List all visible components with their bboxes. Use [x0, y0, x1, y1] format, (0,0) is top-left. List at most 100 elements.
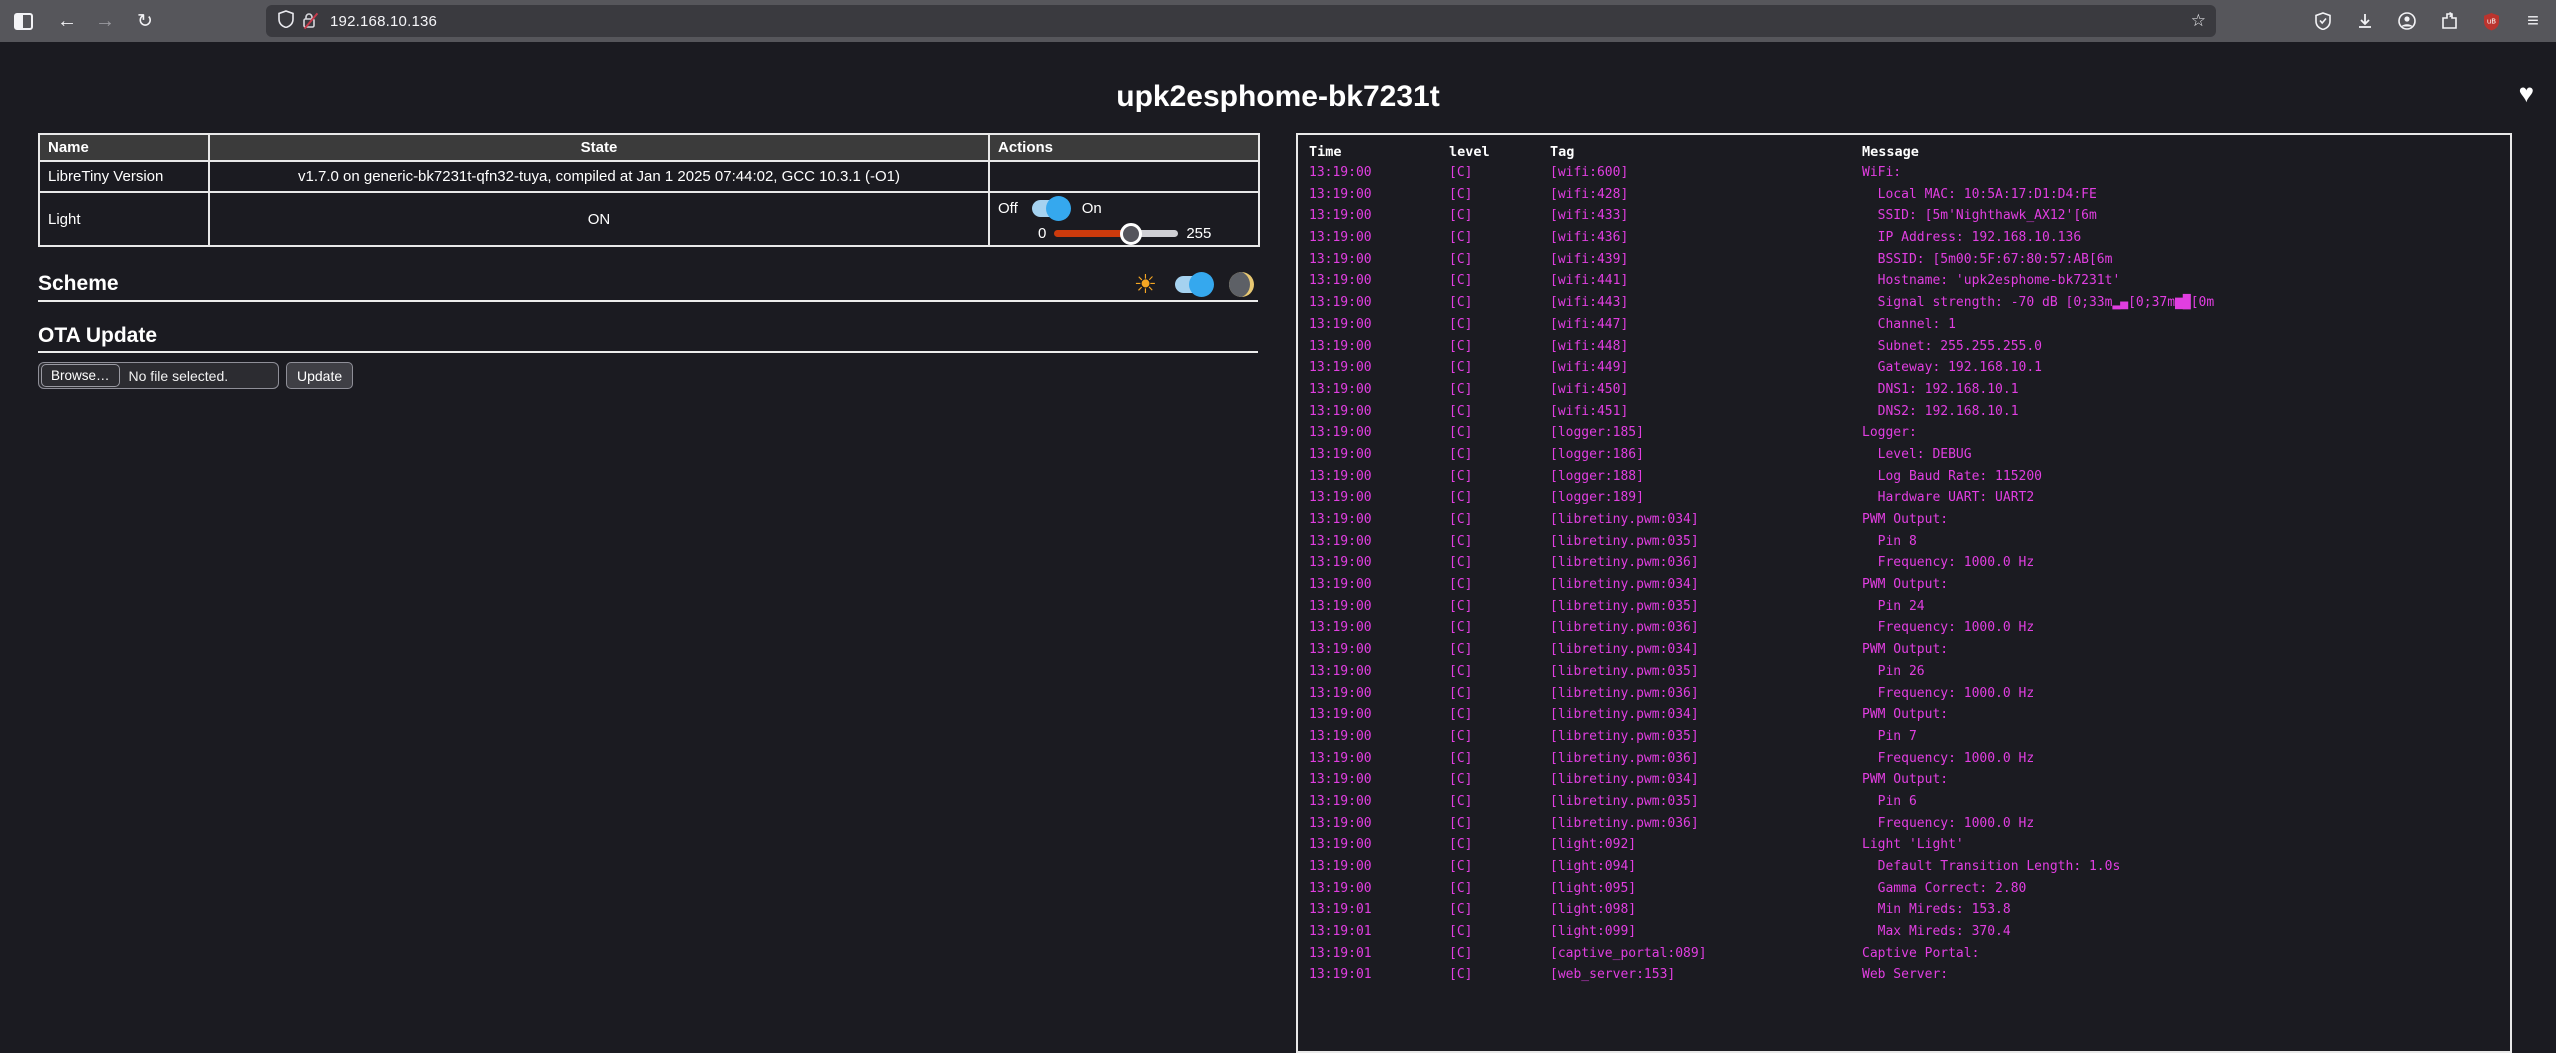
scheme-toggle[interactable] [1175, 276, 1211, 293]
log-row: 13:19:00 [C] [libretiny.pwm:035] Pin 24 [1298, 596, 2510, 618]
log-level: [C] [1449, 639, 1550, 661]
log-tag: [light:092] [1550, 834, 1862, 856]
bookmark-star-icon[interactable]: ☆ [2191, 11, 2206, 31]
log-message: Subnet: 255.255.255.0 [1862, 336, 2510, 358]
log-tag: [light:098] [1550, 899, 1862, 921]
log-row: 13:19:00 [C] [light:092] Light 'Light' [1298, 834, 2510, 856]
log-time: 13:19:01 [1309, 964, 1449, 986]
forward-icon[interactable]: → [90, 6, 120, 36]
log-message: Channel: 1 [1862, 314, 2510, 336]
log-message: Light 'Light' [1862, 834, 2510, 856]
log-message: PWM Output: [1862, 704, 2510, 726]
account-icon[interactable] [2392, 6, 2422, 36]
log-message: Captive Portal: [1862, 943, 2510, 965]
log-level: [C] [1449, 834, 1550, 856]
log-tag: [libretiny.pwm:035] [1550, 791, 1862, 813]
log-time: 13:19:00 [1309, 639, 1449, 661]
entity-table: Name State Actions LibreTiny Version v1.… [38, 133, 1260, 247]
shield-check-icon[interactable] [2308, 6, 2338, 36]
log-time: 13:19:00 [1309, 444, 1449, 466]
log-time: 13:19:00 [1309, 552, 1449, 574]
insecure-lock-icon[interactable] [302, 12, 320, 30]
log-row: 13:19:00 [C] [wifi:451] DNS2: 192.168.10… [1298, 401, 2510, 423]
log-time: 13:19:00 [1309, 726, 1449, 748]
log-tag: [libretiny.pwm:035] [1550, 726, 1862, 748]
log-level: [C] [1449, 596, 1550, 618]
log-message: Log Baud Rate: 115200 [1862, 466, 2510, 488]
log-tag: [libretiny.pwm:036] [1550, 748, 1862, 770]
on-label: On [1082, 200, 1102, 217]
log-tag: [logger:189] [1550, 487, 1862, 509]
url-bar[interactable]: 192.168.10.136 ☆ [266, 5, 2216, 37]
log-level: [C] [1449, 921, 1550, 943]
log-row: 13:19:01 [C] [captive_portal:089] Captiv… [1298, 943, 2510, 965]
log-col-level: level [1449, 144, 1550, 162]
scheme-heading: Scheme [38, 272, 119, 296]
log-tag: [logger:186] [1550, 444, 1862, 466]
tracking-shield-icon[interactable] [278, 10, 294, 33]
ota-divider [38, 351, 1258, 353]
log-row: 13:19:00 [C] [libretiny.pwm:036] Frequen… [1298, 617, 2510, 639]
moon-icon [1229, 272, 1254, 297]
log-level: [C] [1449, 683, 1550, 705]
log-level: [C] [1449, 964, 1550, 986]
log-row: 13:19:00 [C] [libretiny.pwm:035] Pin 26 [1298, 661, 2510, 683]
log-level: [C] [1449, 704, 1550, 726]
log-level: [C] [1449, 227, 1550, 249]
log-message: IP Address: 192.168.10.136 [1862, 227, 2510, 249]
log-level: [C] [1449, 466, 1550, 488]
ublock-icon[interactable]: uB [2476, 6, 2506, 36]
log-row: 13:19:01 [C] [light:098] Min Mireds: 153… [1298, 899, 2510, 921]
log-col-tag: Tag [1550, 144, 1862, 162]
brightness-slider-thumb[interactable] [1120, 223, 1142, 245]
log-message: Web Server: [1862, 964, 2510, 986]
log-row: 13:19:00 [C] [wifi:449] Gateway: 192.168… [1298, 357, 2510, 379]
brightness-slider[interactable] [1054, 230, 1178, 237]
col-state: State [209, 134, 989, 161]
download-icon[interactable] [2350, 6, 2380, 36]
log-tag: [wifi:433] [1550, 205, 1862, 227]
log-level: [C] [1449, 552, 1550, 574]
log-tag: [light:095] [1550, 878, 1862, 900]
log-time: 13:19:00 [1309, 336, 1449, 358]
extension-puzzle-icon[interactable] [2434, 6, 2464, 36]
slider-max-label: 255 [1186, 225, 1211, 242]
table-row-light: Light ON Off On 0 255 [39, 192, 1259, 246]
scheme-toggle-knob [1189, 272, 1214, 297]
log-time: 13:19:00 [1309, 487, 1449, 509]
url-text: 192.168.10.136 [330, 13, 437, 30]
log-tag: [captive_portal:089] [1550, 943, 1862, 965]
log-level: [C] [1449, 769, 1550, 791]
log-level: [C] [1449, 422, 1550, 444]
light-toggle-knob [1046, 196, 1071, 221]
log-row: 13:19:00 [C] [libretiny.pwm:034] PWM Out… [1298, 509, 2510, 531]
log-message: Default Transition Length: 1.0s [1862, 856, 2510, 878]
log-message: Level: DEBUG [1862, 444, 2510, 466]
log-time: 13:19:01 [1309, 921, 1449, 943]
back-icon[interactable]: ← [52, 6, 82, 36]
log-row: 13:19:00 [C] [wifi:450] DNS1: 192.168.10… [1298, 379, 2510, 401]
page: upk2esphome-bk7231t ♥ Name State Actions… [0, 42, 2556, 986]
log-row: 13:19:00 [C] [wifi:443] Signal strength:… [1298, 292, 2510, 314]
sidebar-toggle-icon[interactable] [8, 6, 38, 36]
log-message: Logger: [1862, 422, 2510, 444]
log-message: PWM Output: [1862, 574, 2510, 596]
reload-icon[interactable]: ↻ [130, 6, 160, 36]
log-tag: [libretiny.pwm:034] [1550, 639, 1862, 661]
log-level: [C] [1449, 943, 1550, 965]
log-level: [C] [1449, 813, 1550, 835]
log-time: 13:19:00 [1309, 162, 1449, 184]
log-row: 13:19:00 [C] [libretiny.pwm:036] Frequen… [1298, 552, 2510, 574]
firmware-file-input[interactable]: Browse… No file selected. [38, 362, 279, 389]
log-message: Gamma Correct: 2.80 [1862, 878, 2510, 900]
menu-icon[interactable]: ≡ [2518, 6, 2548, 36]
log-message: Hardware UART: UART2 [1862, 487, 2510, 509]
log-tag: [wifi:428] [1550, 184, 1862, 206]
log-level: [C] [1449, 791, 1550, 813]
update-button[interactable]: Update [286, 362, 353, 389]
log-message: Local MAC: 10:5A:17:D1:D4:FE [1862, 184, 2510, 206]
light-toggle[interactable] [1032, 200, 1068, 217]
browse-button[interactable]: Browse… [41, 364, 120, 387]
log-level: [C] [1449, 574, 1550, 596]
log-level: [C] [1449, 357, 1550, 379]
